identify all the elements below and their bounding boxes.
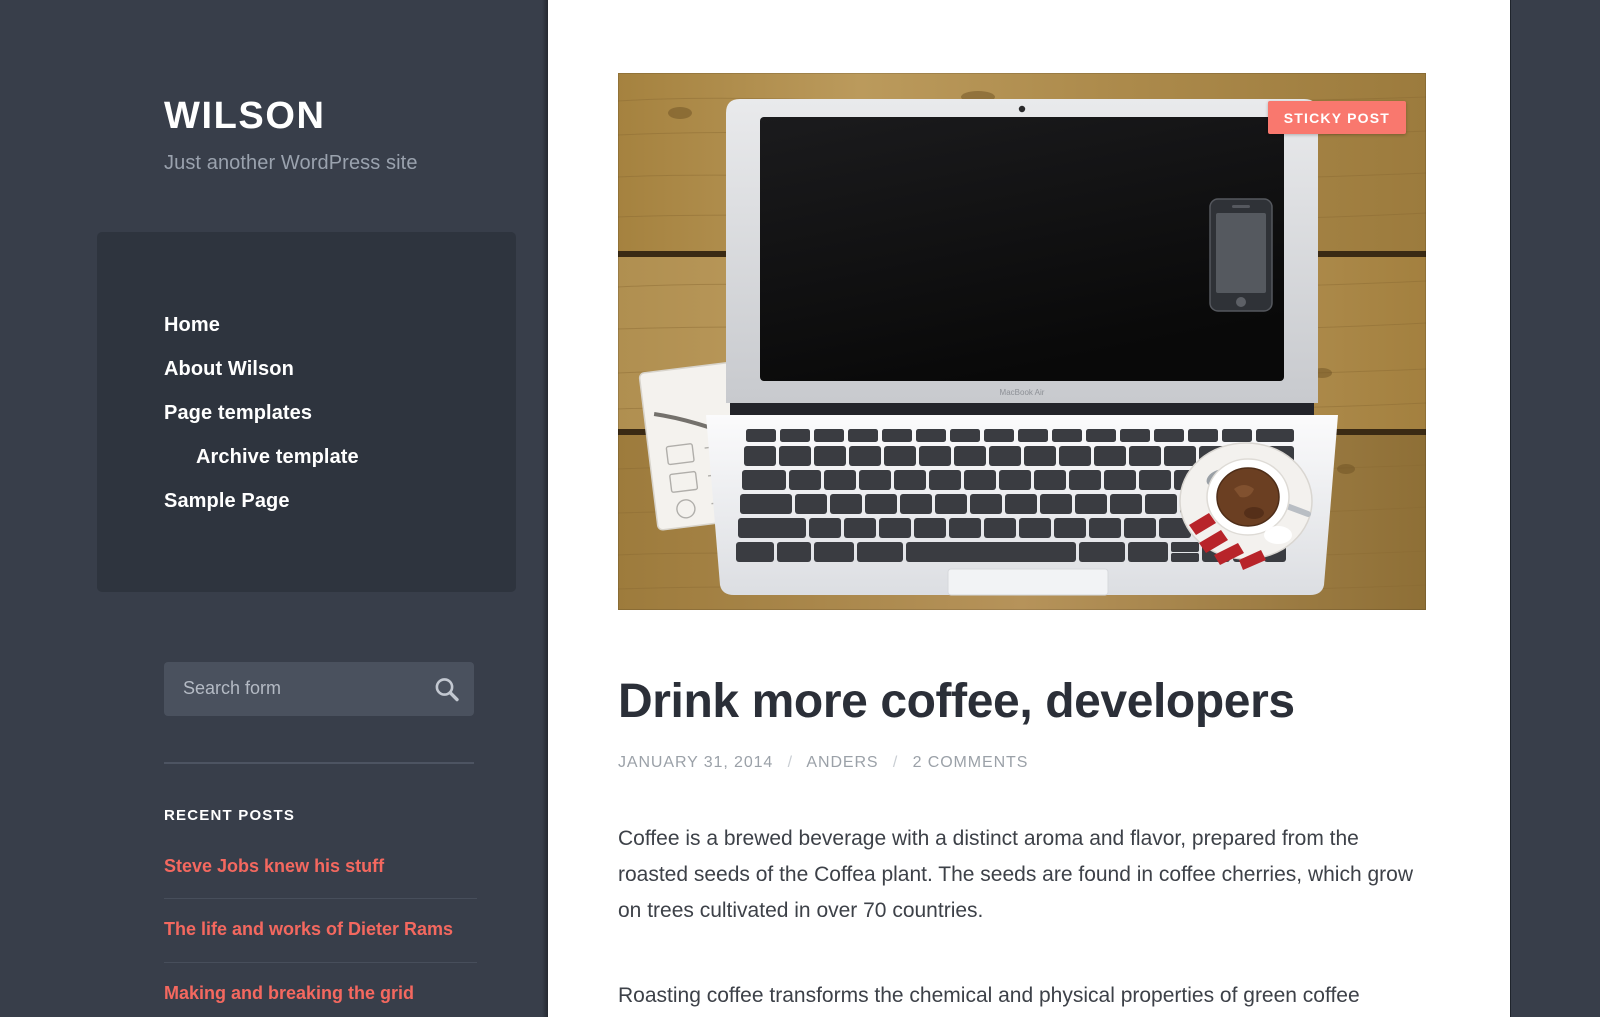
sidebar-item-archive-template[interactable]: Archive template — [97, 436, 516, 480]
sidebar-divider — [164, 761, 474, 764]
entry-content: Coffee is a brewed beverage with a disti… — [548, 821, 1510, 1014]
search-submit-button[interactable] — [430, 673, 464, 707]
entry-header: Drink more coffee, developers January 31… — [548, 674, 1510, 772]
recent-posts-title: Recent posts — [164, 806, 296, 824]
site-title[interactable]: WILSON — [164, 95, 548, 138]
primary-navigation: Home About Wilson Page templates Archive… — [97, 231, 516, 592]
svg-text:MacBook Air: MacBook Air — [1000, 388, 1045, 397]
status-badge: Sticky Post — [1267, 101, 1406, 134]
search-icon — [432, 675, 462, 705]
list-item: Making and breaking the grid — [164, 963, 477, 1017]
list-item: The life and works of Dieter Rams — [164, 899, 477, 963]
recent-post-link-3[interactable]: Making and breaking the grid — [164, 963, 477, 1017]
list-item: Steve Jobs knew his stuff — [164, 852, 477, 900]
search-form — [164, 661, 474, 716]
sidebar-item-page-templates[interactable]: Page templates — [97, 392, 516, 436]
page-root: WILSON Just another WordPress site Home … — [0, 0, 1600, 1017]
entry-meta: January 31, 2014 / Anders / 2 Comments — [618, 754, 1440, 772]
nav-item-about-wilson: About Wilson — [97, 348, 516, 392]
meta-separator-2: / — [892, 753, 899, 771]
site-branding: WILSON Just another WordPress site — [0, 0, 548, 175]
post-article: MacBook Air STICKY POST Drink more coffe… — [548, 0, 1510, 1014]
nav-list: Home About Wilson Page templates Archive… — [97, 304, 516, 524]
nav-item-archive-template: Archive template — [97, 436, 516, 480]
main-content: MacBook Air STICKY POST Drink more coffe… — [548, 0, 1510, 1017]
recent-posts-list: Steve Jobs knew his stuff The life and w… — [164, 852, 477, 1017]
post-paragraph-1: Coffee is a brewed beverage with a disti… — [618, 826, 1413, 922]
page-title[interactable]: Drink more coffee, developers — [618, 674, 1440, 731]
post-comments-link[interactable]: 2 Comments — [913, 754, 1029, 771]
nav-item-page-templates: Page templates — [97, 392, 516, 436]
right-gutter — [1510, 0, 1600, 1017]
sidebar-item-home[interactable]: Home — [97, 304, 516, 348]
recent-posts-widget: Recent posts Steve Jobs knew his stuff T… — [164, 807, 477, 1017]
recent-post-link-1[interactable]: Steve Jobs knew his stuff — [164, 852, 477, 898]
nav-item-home: Home — [97, 304, 516, 348]
site-description: Just another WordPress site — [164, 151, 418, 174]
featured-image[interactable]: MacBook Air STICKY POST — [618, 73, 1426, 610]
search-input[interactable] — [164, 661, 474, 716]
sidebar-item-about-wilson[interactable]: About Wilson — [97, 348, 516, 392]
nav-item-sample-page: Sample Page — [97, 480, 516, 524]
post-author[interactable]: Anders — [806, 754, 878, 771]
post-date[interactable]: January 31, 2014 — [618, 754, 773, 771]
recent-post-link-2[interactable]: The life and works of Dieter Rams — [164, 899, 477, 961]
sidebar-item-sample-page[interactable]: Sample Page — [97, 480, 516, 524]
post-paragraph-2: Roasting coffee transforms the chemical … — [618, 983, 1360, 1007]
meta-separator-1: / — [787, 753, 793, 771]
sidebar: WILSON Just another WordPress site Home … — [0, 0, 548, 1017]
